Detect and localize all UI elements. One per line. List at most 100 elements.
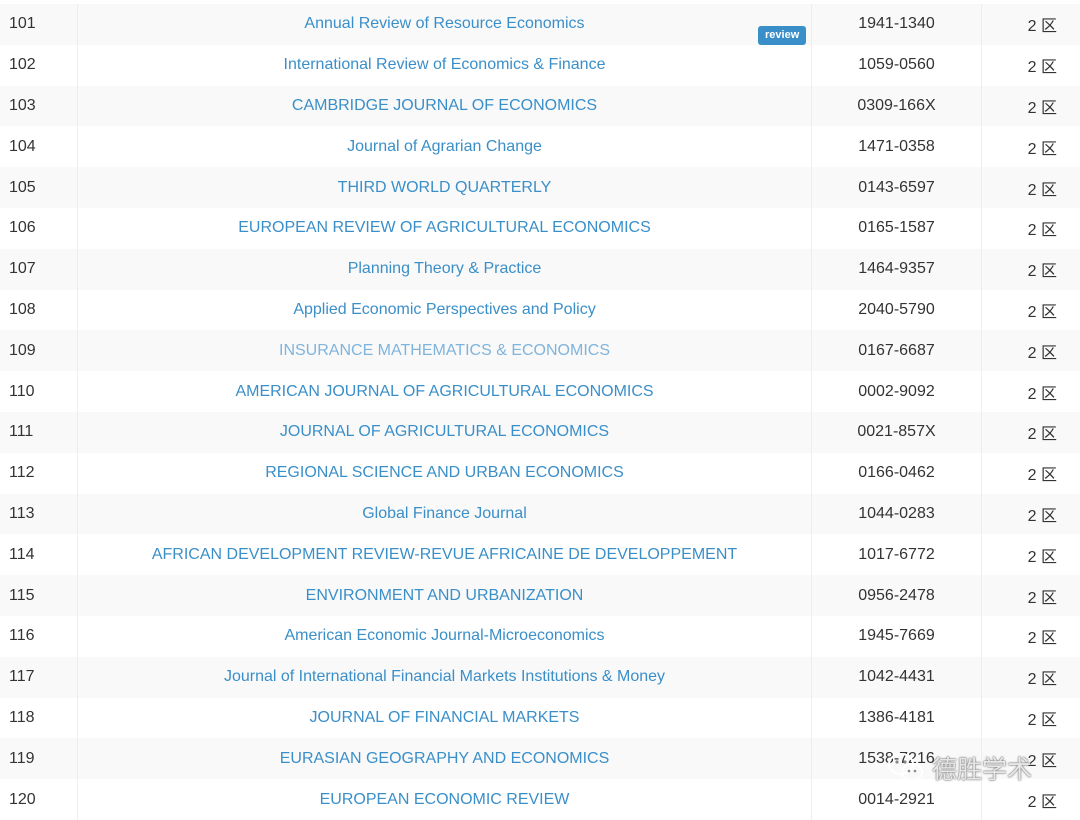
issn-cell: 1017-6772 (812, 534, 982, 576)
journal-link[interactable]: Annual Review of Resource Economics (304, 15, 584, 33)
journal-name-cell: INSURANCE MATHEMATICS & ECONOMICS (78, 330, 812, 372)
rank-cell: 106 (0, 207, 78, 249)
issn-cell: 0167-6687 (812, 330, 982, 372)
journal-link[interactable]: Planning Theory & Practice (348, 260, 542, 278)
journal-name-cell: Annual Review of Resource Economics revie… (78, 4, 812, 45)
zone-cell: 2 区 (1027, 507, 1057, 525)
table-row: 105 THIRD WORLD QUARTERLY 0143-6597 2 区 (0, 167, 1080, 208)
rank-cell: 107 (0, 248, 78, 290)
journal-name-cell: AFRICAN DEVELOPMENT REVIEW-REVUE AFRICAI… (78, 534, 812, 576)
watermark: 德胜学术 (886, 746, 1032, 790)
rank-cell: 118 (0, 697, 78, 739)
journal-link[interactable]: EUROPEAN ECONOMIC REVIEW (320, 791, 570, 809)
issn-cell: 0143-6597 (812, 167, 982, 208)
review-badge: review (758, 26, 807, 45)
journal-link[interactable]: CAMBRIDGE JOURNAL OF ECONOMICS (292, 97, 597, 115)
journal-link[interactable]: INSURANCE MATHEMATICS & ECONOMICS (279, 342, 610, 360)
journal-link[interactable]: Global Finance Journal (362, 505, 527, 523)
journal-link[interactable]: Journal of International Financial Marke… (224, 668, 665, 686)
issn-cell: 0002-9092 (812, 371, 982, 412)
issn-cell: 0309-166X (812, 85, 982, 127)
issn-cell: 1464-9357 (812, 248, 982, 290)
rank-cell: 103 (0, 85, 78, 127)
zone-cell: 2 区 (1027, 59, 1057, 77)
journal-link[interactable]: American Economic Journal-Microeconomics (284, 627, 604, 645)
table-row: 111 JOURNAL OF AGRICULTURAL ECONOMICS 0021… (0, 411, 1080, 453)
journal-link[interactable]: EURASIAN GEOGRAPHY AND ECONOMICS (280, 750, 610, 768)
table-row: 112 REGIONAL SCIENCE AND URBAN ECONOMICS 0… (0, 452, 1080, 494)
issn-cell: 1059-0560 (812, 44, 982, 86)
rank-cell: 108 (0, 289, 78, 331)
zone-cell: 2 区 (1027, 426, 1057, 444)
table-row: 110 AMERICAN JOURNAL OF AGRICULTURAL ECON… (0, 371, 1080, 412)
zone-cell: 2 区 (1027, 711, 1057, 729)
journal-name-cell: ENVIRONMENT AND URBANIZATION (78, 575, 812, 616)
journal-name-cell: Applied Economic Perspectives and Policy (78, 289, 812, 331)
journal-name-cell: CAMBRIDGE JOURNAL OF ECONOMICS (78, 85, 812, 127)
journal-name-cell: Journal of International Financial Marke… (78, 656, 812, 698)
rank-cell: 112 (0, 452, 78, 494)
journal-name-cell: JOURNAL OF AGRICULTURAL ECONOMICS (78, 411, 812, 453)
zone-cell: 2 区 (1027, 385, 1057, 403)
journal-link[interactable]: AFRICAN DEVELOPMENT REVIEW-REVUE AFRICAI… (152, 546, 737, 564)
journal-table: 101 Annual Review of Resource Economics re… (0, 4, 1080, 820)
rank-cell: 113 (0, 493, 78, 535)
rank-cell: 117 (0, 656, 78, 698)
issn-cell: 0021-857X (812, 411, 982, 453)
wechat-icon (886, 751, 926, 785)
journal-link[interactable]: Journal of Agrarian Change (347, 138, 542, 156)
zone-cell: 2 区 (1027, 671, 1057, 689)
journal-name-cell: EURASIAN GEOGRAPHY AND ECONOMICS (78, 738, 812, 780)
rank-cell: 110 (0, 371, 78, 412)
zone-cell: 2 区 (1027, 630, 1057, 648)
issn-cell: 2040-5790 (812, 289, 982, 331)
zone-cell: 2 区 (1027, 344, 1057, 362)
journal-link[interactable]: International Review of Economics & Fina… (284, 56, 606, 74)
journal-name-cell: AMERICAN JOURNAL OF AGRICULTURAL ECONOMI… (78, 371, 812, 412)
issn-cell: 1386-4181 (812, 697, 982, 739)
table-row: 103 CAMBRIDGE JOURNAL OF ECONOMICS 0309-16… (0, 85, 1080, 127)
journal-name-cell: Planning Theory & Practice (78, 248, 812, 290)
journal-link[interactable]: AMERICAN JOURNAL OF AGRICULTURAL ECONOMI… (235, 383, 653, 401)
issn-cell: 1471-0358 (812, 126, 982, 168)
journal-name-cell: JOURNAL OF FINANCIAL MARKETS (78, 697, 812, 739)
table-row: 107 Planning Theory & Practice 1464-9357 2 … (0, 248, 1080, 290)
table-row: 109 INSURANCE MATHEMATICS & ECONOMICS 0167… (0, 330, 1080, 372)
journal-link[interactable]: JOURNAL OF FINANCIAL MARKETS (310, 709, 580, 727)
journal-link[interactable]: ENVIRONMENT AND URBANIZATION (306, 587, 584, 605)
journal-name-cell: American Economic Journal-Microeconomics (78, 615, 812, 657)
rank-cell: 119 (0, 738, 78, 780)
journal-name-cell: EUROPEAN REVIEW OF AGRICULTURAL ECONOMIC… (78, 207, 812, 249)
journal-link[interactable]: EUROPEAN REVIEW OF AGRICULTURAL ECONOMIC… (238, 219, 651, 237)
issn-cell: 0166-0462 (812, 452, 982, 494)
rank-cell: 116 (0, 615, 78, 657)
rank-cell: 120 (0, 779, 78, 820)
issn-cell: 1042-4431 (812, 656, 982, 698)
zone-cell: 2 区 (1027, 140, 1057, 158)
table-row: 118 JOURNAL OF FINANCIAL MARKETS 1386-4181… (0, 697, 1080, 739)
zone-cell: 2 区 (1027, 222, 1057, 240)
journal-name-cell: REGIONAL SCIENCE AND URBAN ECONOMICS (78, 452, 812, 494)
rank-cell: 115 (0, 575, 78, 616)
journal-link[interactable]: THIRD WORLD QUARTERLY (338, 179, 552, 197)
table-row: 114 AFRICAN DEVELOPMENT REVIEW-REVUE AFRI… (0, 534, 1080, 576)
table-row: 115 ENVIRONMENT AND URBANIZATION 0956-2478… (0, 575, 1080, 616)
zone-cell: 2 区 (1027, 467, 1057, 485)
zone-cell: 2 区 (1027, 99, 1057, 117)
journal-name-cell: International Review of Economics & Fina… (78, 44, 812, 86)
rank-cell: 104 (0, 126, 78, 168)
journal-link[interactable]: Applied Economic Perspectives and Policy (293, 301, 595, 319)
zone-cell: 2 区 (1027, 181, 1057, 199)
issn-cell: 1941-1340 (812, 4, 982, 45)
rank-cell: 102 (0, 44, 78, 86)
journal-link[interactable]: JOURNAL OF AGRICULTURAL ECONOMICS (280, 423, 609, 441)
journal-link[interactable]: REGIONAL SCIENCE AND URBAN ECONOMICS (265, 464, 624, 482)
rank-cell: 101 (0, 4, 78, 45)
zone-cell: 2 区 (1027, 263, 1057, 281)
watermark-text: 德胜学术 (932, 755, 1033, 784)
rank-cell: 105 (0, 167, 78, 208)
journal-name-cell: THIRD WORLD QUARTERLY (78, 167, 812, 208)
table-row: 102 International Review of Economics & F… (0, 44, 1080, 86)
table-row: 101 Annual Review of Resource Economics re… (0, 4, 1080, 45)
table-row: 113 Global Finance Journal 1044-0283 2 区 (0, 493, 1080, 535)
